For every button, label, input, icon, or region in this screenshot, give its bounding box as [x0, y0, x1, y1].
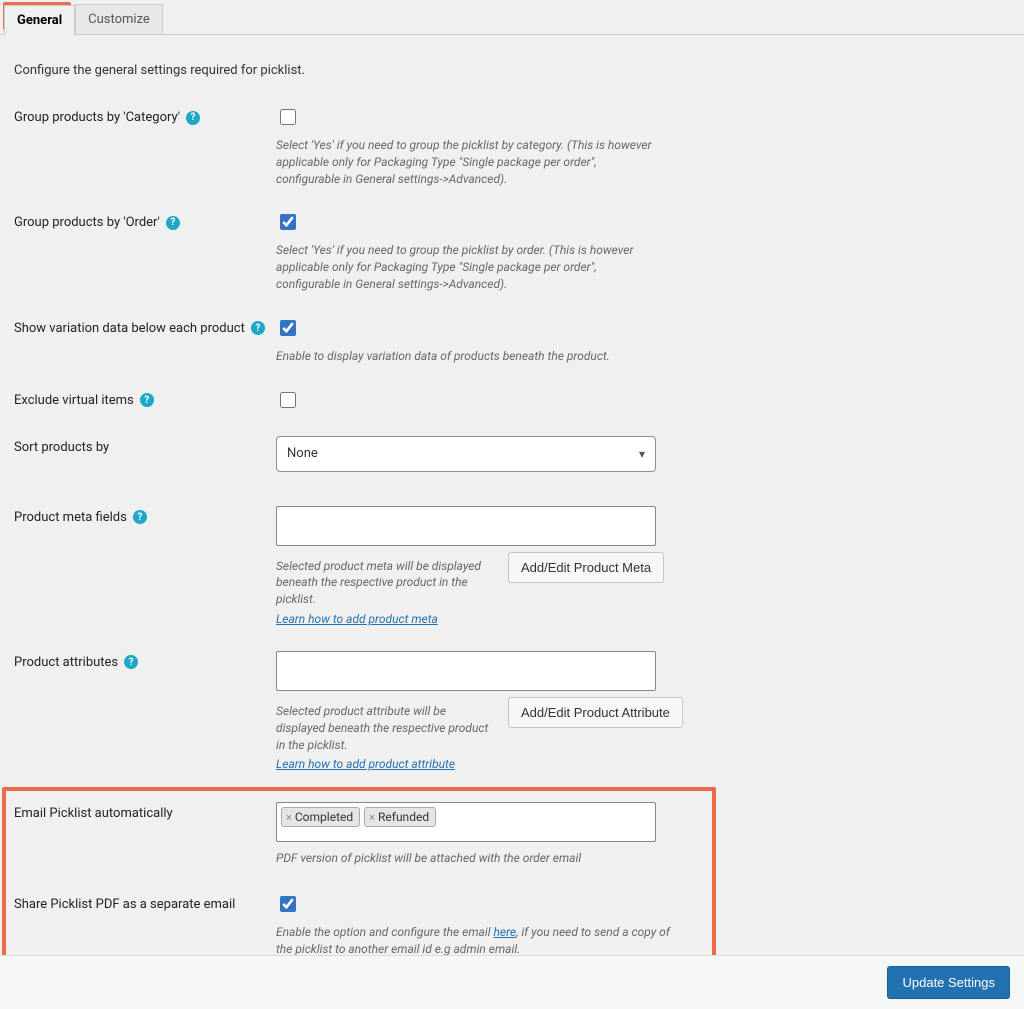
label-sort-by: Sort products by: [14, 436, 276, 455]
row-share-separate: Share Picklist PDF as a separate email E…: [14, 893, 1010, 955]
tab-general[interactable]: General: [4, 5, 75, 35]
select-sort-by[interactable]: None ▾: [276, 436, 656, 472]
tag-label: Refunded: [378, 810, 429, 824]
button-edit-product-attribute[interactable]: Add/Edit Product Attribute: [508, 697, 683, 728]
remove-icon[interactable]: ×: [286, 811, 292, 824]
checkbox-show-variation[interactable]: [280, 320, 296, 336]
label-group-order: Group products by 'Order' ?: [14, 211, 276, 230]
label-text: Email Picklist automatically: [14, 806, 173, 821]
label-text: Group products by 'Category': [14, 110, 180, 125]
label-share-separate: Share Picklist PDF as a separate email: [14, 893, 276, 912]
desc-pre: Enable the option and configure the emai…: [276, 925, 493, 939]
desc-product-attributes: Selected product attribute will be displ…: [276, 703, 496, 753]
label-exclude-virtual: Exclude virtual items ?: [14, 389, 276, 408]
label-text: Show variation data below each product: [14, 321, 245, 336]
help-icon[interactable]: ?: [251, 321, 265, 335]
help-icon[interactable]: ?: [166, 216, 180, 230]
link-learn-product-meta[interactable]: Learn how to add product meta: [276, 612, 438, 626]
tag-label: Completed: [295, 810, 353, 824]
tag-completed: × Completed: [281, 807, 360, 827]
label-text: Sort products by: [14, 440, 109, 455]
help-icon[interactable]: ?: [140, 393, 154, 407]
desc-share-separate: Enable the option and configure the emai…: [276, 924, 676, 955]
row-sort-by: Sort products by None ▾: [14, 436, 1010, 472]
link-here[interactable]: here: [493, 924, 516, 941]
label-text: Group products by 'Order': [14, 215, 160, 230]
desc-product-meta: Selected product meta will be displayed …: [276, 558, 496, 608]
label-email-auto: Email Picklist automatically: [14, 802, 276, 821]
row-show-variation: Show variation data below each product ?…: [14, 317, 1010, 365]
tab-label: General: [17, 13, 62, 28]
label-text: Exclude virtual items: [14, 393, 134, 408]
row-product-meta: Product meta fields ? Selected product m…: [14, 506, 1010, 627]
label-show-variation: Show variation data below each product ?: [14, 317, 276, 336]
label-group-category: Group products by 'Category' ?: [14, 106, 276, 125]
checkbox-share-separate[interactable]: [280, 896, 296, 912]
help-icon[interactable]: ?: [186, 111, 200, 125]
multiselect-product-meta[interactable]: [276, 506, 656, 546]
multiselect-product-attributes[interactable]: [276, 651, 656, 691]
checkbox-group-order[interactable]: [280, 214, 296, 230]
checkbox-exclude-virtual[interactable]: [280, 392, 296, 408]
desc-group-category: Select 'Yes' if you need to group the pi…: [276, 137, 656, 187]
row-group-order: Group products by 'Order' ? Select 'Yes'…: [14, 211, 1010, 292]
desc-group-order: Select 'Yes' if you need to group the pi…: [276, 242, 656, 292]
label-text: Share Picklist PDF as a separate email: [14, 897, 235, 912]
tab-label: Customize: [88, 12, 150, 27]
row-group-category: Group products by 'Category' ? Select 'Y…: [14, 106, 1010, 187]
label-product-attributes: Product attributes ?: [14, 651, 276, 670]
row-exclude-virtual: Exclude virtual items ?: [14, 389, 1010, 412]
desc-show-variation: Enable to display variation data of prod…: [276, 348, 656, 365]
select-value: None: [287, 446, 318, 461]
link-learn-product-attribute[interactable]: Learn how to add product attribute: [276, 757, 455, 771]
settings-tabs: General Customize: [0, 0, 1024, 35]
footer-bar: Update Settings: [0, 955, 1024, 1009]
desc-email-auto: PDF version of picklist will be attached…: [276, 850, 776, 867]
help-icon[interactable]: ?: [124, 655, 138, 669]
row-email-auto: Email Picklist automatically × Completed…: [14, 802, 1010, 867]
help-icon[interactable]: ?: [133, 510, 147, 524]
remove-icon[interactable]: ×: [369, 811, 375, 824]
button-edit-product-meta[interactable]: Add/Edit Product Meta: [508, 552, 664, 583]
multiselect-email-auto[interactable]: × Completed × Refunded: [276, 802, 656, 842]
chevron-down-icon: ▾: [639, 447, 645, 461]
tag-refunded: × Refunded: [364, 807, 436, 827]
label-product-meta: Product meta fields ?: [14, 506, 276, 525]
label-text: Product attributes: [14, 655, 118, 670]
row-product-attributes: Product attributes ? Selected product at…: [14, 651, 1010, 772]
tab-customize[interactable]: Customize: [75, 4, 163, 34]
update-settings-button[interactable]: Update Settings: [887, 966, 1010, 999]
label-text: Product meta fields: [14, 510, 127, 525]
settings-content: Configure the general settings required …: [0, 35, 1024, 955]
checkbox-group-category[interactable]: [280, 109, 296, 125]
intro-text: Configure the general settings required …: [14, 63, 1010, 78]
